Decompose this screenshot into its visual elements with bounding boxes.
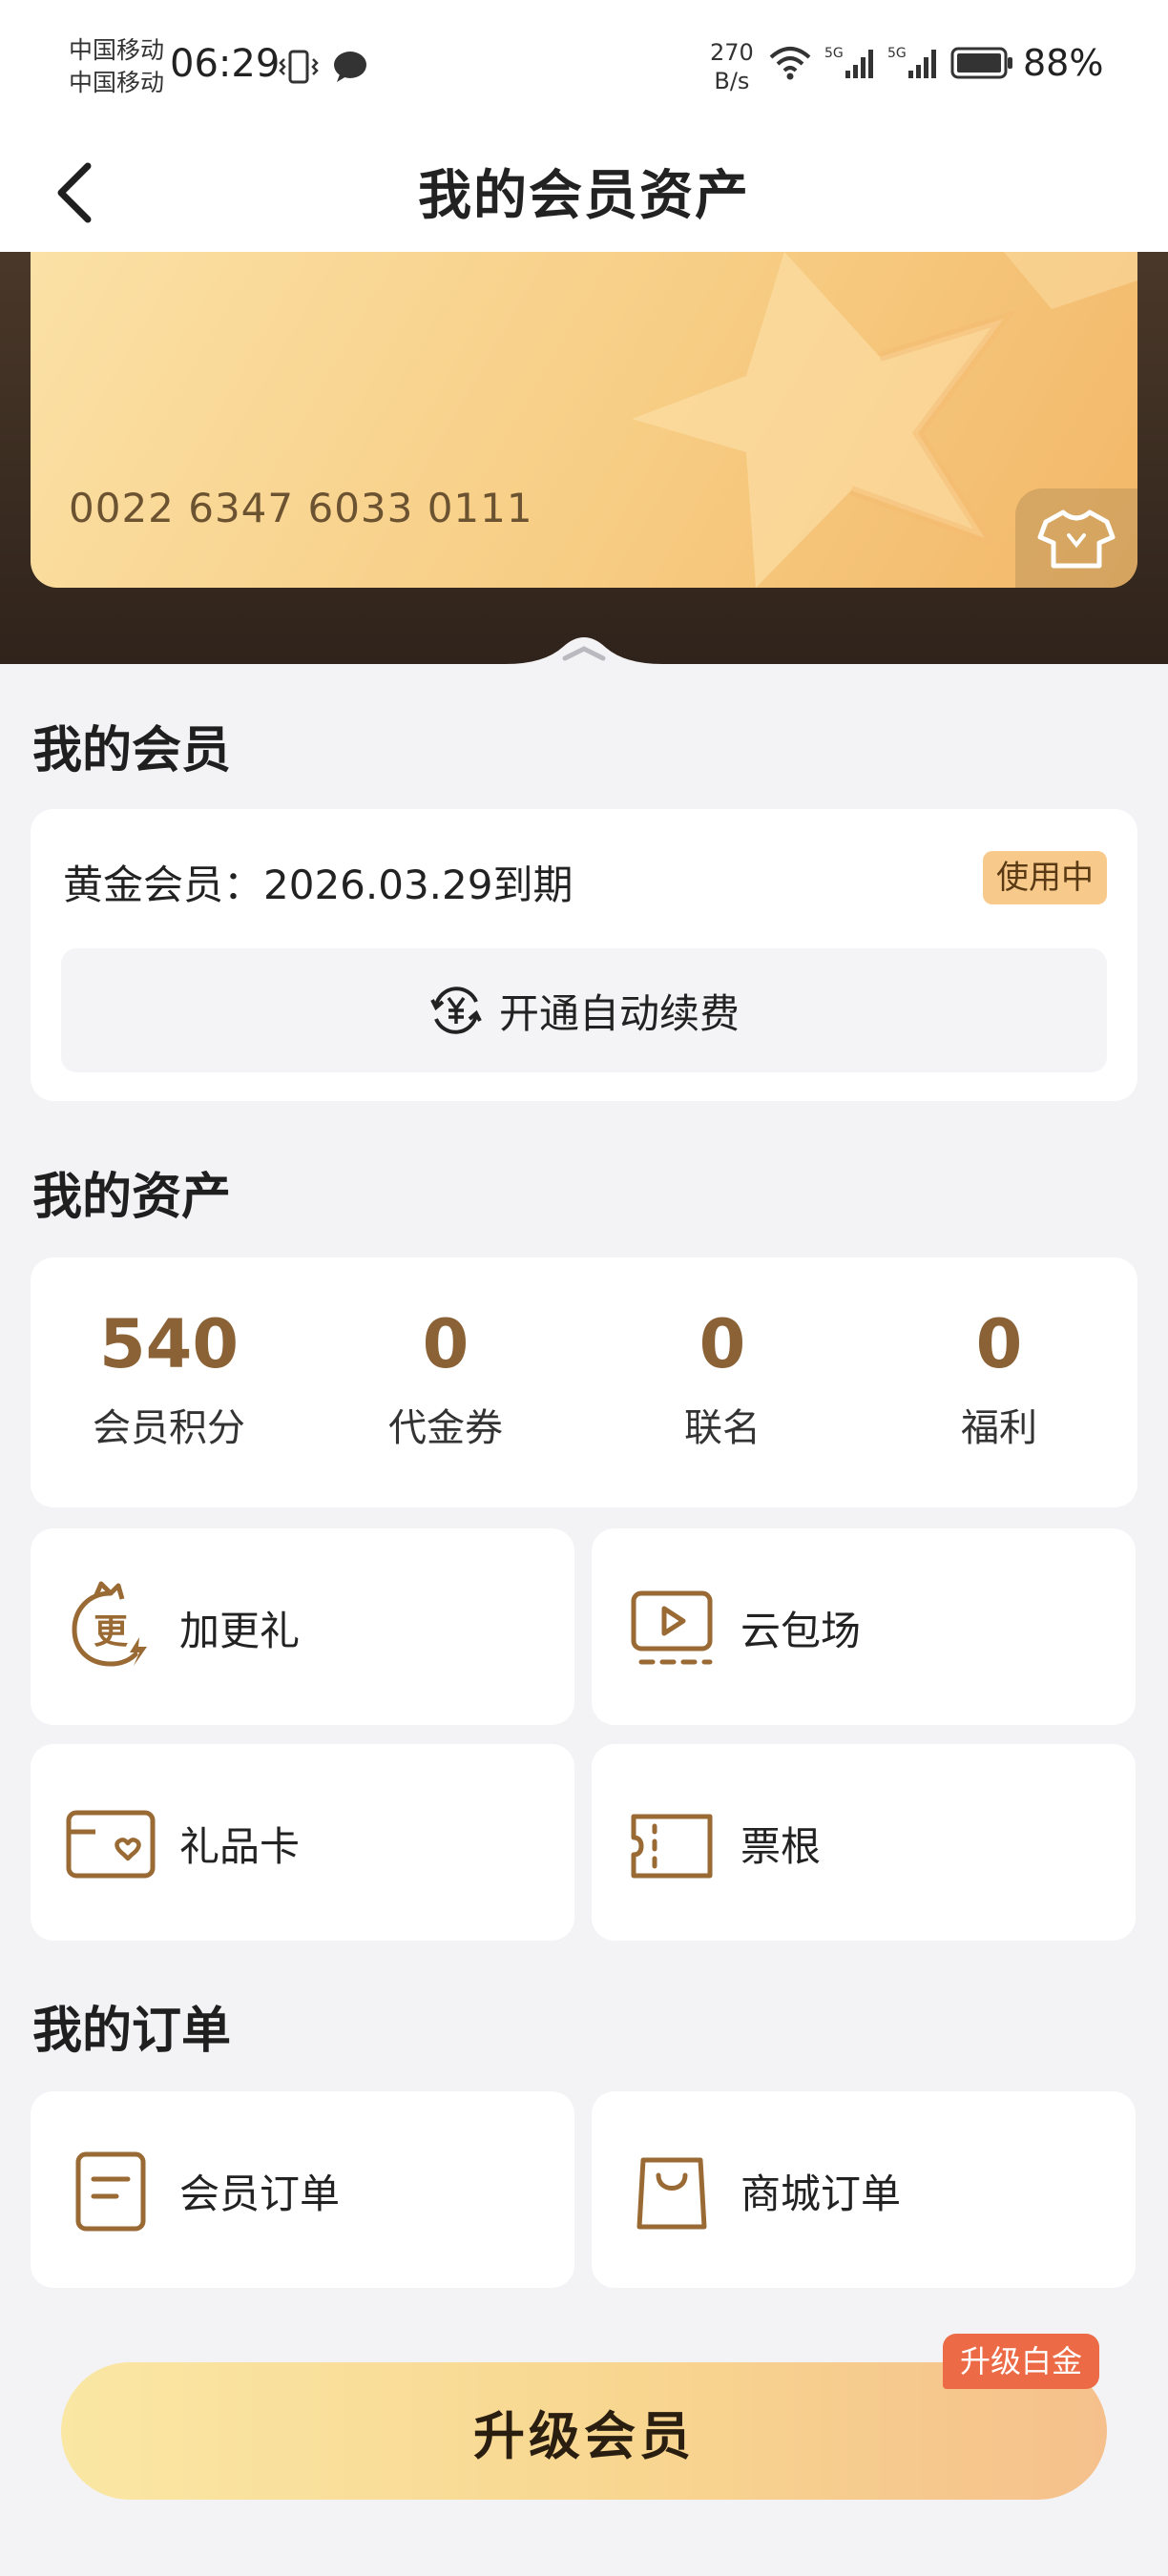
shirt-icon: [1037, 509, 1116, 569]
stat-vouchers[interactable]: 0 代金券: [307, 1301, 584, 1452]
stat-label: 会员积分: [93, 1406, 245, 1450]
upgrade-member-label: 升级会员: [473, 2405, 695, 2466]
tile-bonus-gift[interactable]: 更 加更礼: [31, 1528, 574, 1725]
membership-expiry: 黄金会员：2026.03.29到期: [63, 862, 574, 908]
message-icon: [334, 52, 366, 82]
chevron-up-icon[interactable]: [506, 626, 662, 674]
tile-cloud-screening[interactable]: 云包场: [592, 1528, 1136, 1725]
auto-renew-label: 开通自动续费: [498, 989, 740, 1037]
tile-label: 礼品卡: [179, 1823, 301, 1870]
stat-value: 0: [422, 1305, 469, 1383]
tile-ticket-stub[interactable]: 票根: [592, 1744, 1136, 1941]
content-area: 我的会员 黄金会员：2026.03.29到期 使用中 开通自动续费 我的资产 5…: [0, 637, 1168, 2576]
card-skin-button[interactable]: [1015, 488, 1137, 588]
tile-label: 会员订单: [179, 2171, 341, 2217]
bonus-gift-icon: 更: [72, 1581, 147, 1667]
stat-label: 代金券: [388, 1406, 503, 1450]
svg-text:5G: 5G: [824, 46, 844, 61]
stat-value: 0: [975, 1305, 1023, 1383]
battery-percent: 88%: [1023, 42, 1104, 84]
section-title-orders: 我的订单: [32, 2003, 232, 2060]
card-number: 0022 6347 6033 0111: [69, 485, 533, 531]
stat-value: 540: [98, 1305, 240, 1383]
gift-card-icon: [66, 1810, 156, 1879]
member-card[interactable]: 0022 6347 6033 0111: [31, 252, 1137, 588]
carrier-2: 中国移动: [69, 69, 165, 96]
assets-stats-panel: 540 会员积分 0 代金券 0 联名 0 福利: [31, 1257, 1137, 1507]
status-icons-right: 5G 5G: [767, 44, 1013, 82]
svg-text:5G: 5G: [887, 46, 907, 61]
stat-points[interactable]: 540 会员积分: [31, 1301, 307, 1452]
stat-co-brand[interactable]: 0 联名: [584, 1301, 861, 1452]
upgrade-platinum-tag: 升级白金: [943, 2334, 1100, 2389]
svg-text:更: 更: [94, 1612, 129, 1652]
membership-panel: 黄金会员：2026.03.29到期 使用中 开通自动续费: [31, 809, 1137, 1101]
tile-label: 商城订单: [740, 2171, 902, 2217]
ticket-stub-icon: [631, 1814, 713, 1879]
section-title-membership: 我的会员: [32, 722, 232, 779]
wifi-icon: [769, 47, 811, 80]
tile-label: 票根: [740, 1823, 822, 1870]
status-badge: 使用中: [983, 851, 1107, 904]
status-icons-left: [279, 48, 368, 86]
yuan-renew-icon: [430, 987, 482, 1034]
tile-member-orders[interactable]: 会员订单: [31, 2091, 574, 2288]
document-icon: [75, 2151, 146, 2232]
carrier-label: 中国移动 中国移动: [69, 34, 164, 99]
navigation-bar: 我的会员资产: [0, 134, 1168, 252]
carrier-1: 中国移动: [69, 36, 165, 64]
tile-label: 加更礼: [179, 1608, 301, 1654]
stat-benefits[interactable]: 0 福利: [861, 1301, 1137, 1452]
tile-mall-orders[interactable]: 商城订单: [592, 2091, 1136, 2288]
tile-gift-card[interactable]: 礼品卡: [31, 1744, 574, 1941]
signal-icon-2: 5G: [887, 46, 936, 78]
cloud-screening-icon: [631, 1590, 713, 1665]
network-speed: 270 B/s: [710, 39, 754, 94]
signal-icon-1: 5G: [824, 46, 873, 78]
page-title: 我的会员资产: [418, 165, 750, 227]
battery-icon: [950, 47, 1012, 79]
status-time: 06:29: [170, 42, 281, 86]
stat-value: 0: [699, 1305, 746, 1383]
shopping-bag-icon: [636, 2157, 707, 2230]
auto-renew-button[interactable]: 开通自动续费: [61, 948, 1107, 1072]
stat-label: 联名: [684, 1406, 761, 1450]
status-bar: 中国移动 中国移动 06:29 270 B/s 5G 5G 88%: [0, 0, 1168, 134]
tile-label: 云包场: [740, 1608, 862, 1654]
vibrate-icon: [279, 50, 319, 84]
section-title-assets: 我的资产: [32, 1169, 232, 1226]
stat-label: 福利: [961, 1406, 1037, 1450]
